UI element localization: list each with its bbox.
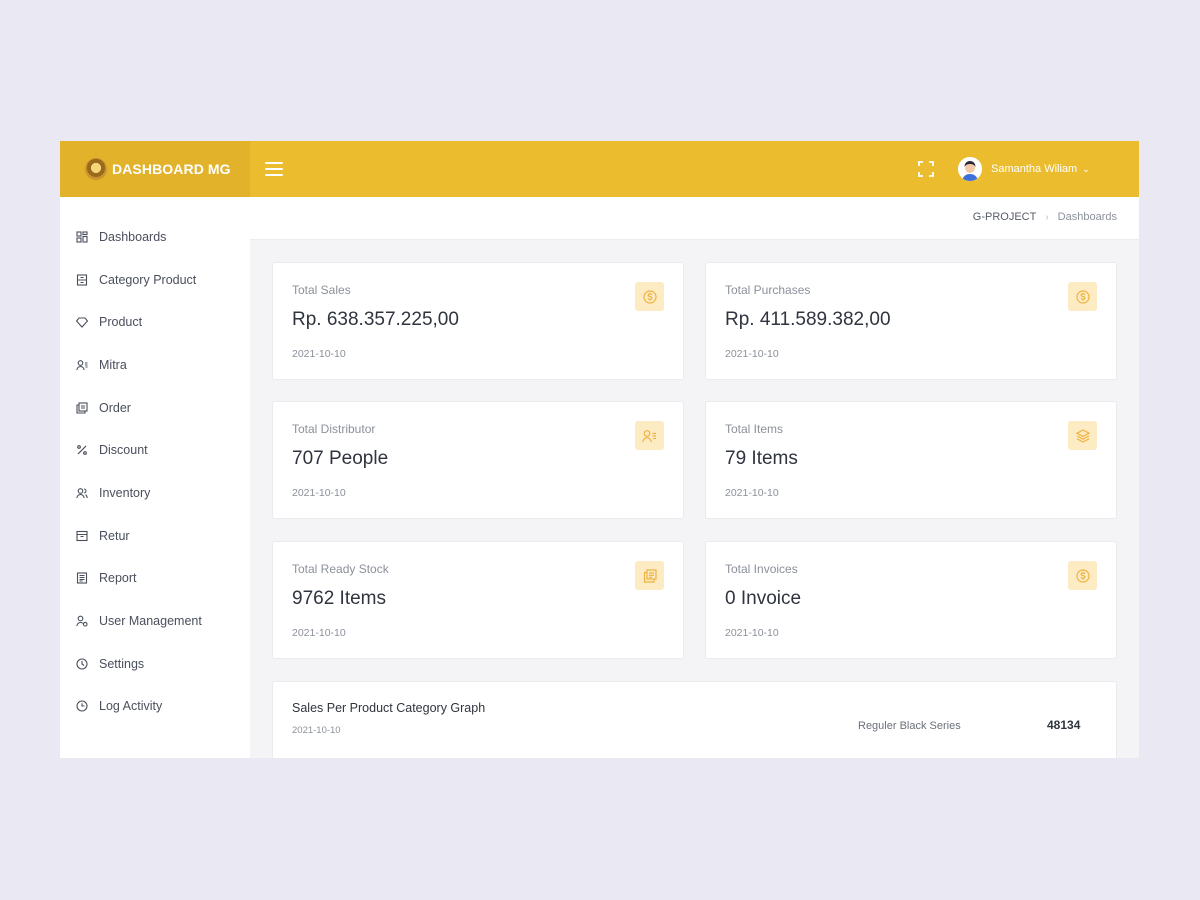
brand[interactable]: DASHBOARD MG: [60, 141, 250, 197]
user-list-icon: [635, 421, 664, 450]
sidebar-item-inventory[interactable]: Inventory: [60, 478, 250, 508]
card-value: 9762 Items: [292, 588, 386, 609]
sidebar-item-report[interactable]: Report: [60, 563, 250, 593]
card-value: 707 People: [292, 448, 389, 469]
hamburger-icon[interactable]: [265, 162, 283, 176]
layers-icon: [1068, 421, 1097, 450]
card-label: Total Ready Stock: [292, 562, 389, 576]
brand-name: DASHBOARD MG: [112, 161, 231, 177]
sidebar-item-mitra[interactable]: Mitra: [60, 350, 250, 380]
card-date: 2021-10-10: [292, 627, 346, 639]
stat-card-total-invoices: Total Invoices 0 Invoice 2021-10-10: [705, 541, 1117, 659]
user-list-icon: [76, 359, 88, 371]
sidebar-item-label: Inventory: [99, 486, 151, 500]
breadcrumb-current: Dashboards: [1057, 211, 1117, 223]
card-label: Total Items: [725, 422, 784, 436]
breadcrumb: G-PROJECT › Dashboards: [973, 211, 1117, 223]
sidebar-item-label: Category Product: [99, 273, 197, 287]
card-value: Rp. 638.357.225,00: [292, 309, 459, 330]
breadcrumb-bar: G-PROJECT › Dashboards: [250, 197, 1139, 240]
sidebar-item-retur[interactable]: Retur: [60, 521, 250, 551]
sales-graph-card: Sales Per Product Category Graph 2021-10…: [272, 681, 1117, 758]
sidebar-item-log-activity[interactable]: Log Activity: [60, 691, 250, 721]
users-icon: [76, 487, 88, 499]
chevron-right-icon: ›: [1045, 211, 1049, 223]
sidebar-item-label: Retur: [99, 529, 130, 543]
sidebar-item-category-product[interactable]: Category Product: [60, 265, 250, 295]
card-date: 2021-10-10: [292, 348, 346, 360]
chevron-down-icon: ⌄: [1082, 163, 1090, 174]
user-menu[interactable]: Samantha Wiliam ⌄: [958, 157, 1090, 181]
card-date: 2021-10-10: [725, 348, 779, 360]
sidebar-item-label: Dashboards: [99, 230, 167, 244]
user-settings-icon: [76, 615, 88, 627]
graph-title: Sales Per Product Category Graph: [292, 701, 486, 715]
stat-card-total-sales: Total Sales Rp. 638.357.225,00 2021-10-1…: [272, 262, 684, 380]
stat-card-total-purchases: Total Purchases Rp. 411.589.382,00 2021-…: [705, 262, 1117, 380]
coin-icon: [1068, 282, 1097, 311]
sidebar: Dashboards Category Product Product Mitr…: [60, 197, 250, 758]
sidebar-item-label: User Management: [99, 614, 202, 628]
grid-icon: [76, 231, 88, 243]
user-name: Samantha Wiliam: [991, 163, 1078, 175]
archive-icon: [76, 530, 88, 542]
sidebar-item-label: Settings: [99, 657, 145, 671]
avatar: [958, 157, 982, 181]
series-name: Reguler Black Series: [858, 720, 961, 732]
copy-icon: [76, 402, 88, 414]
breadcrumb-root[interactable]: G-PROJECT: [973, 211, 1037, 223]
sidebar-item-label: Log Activity: [99, 699, 163, 713]
stat-card-total-distributor: Total Distributor 707 People 2021-10-10: [272, 401, 684, 519]
sidebar-item-label: Mitra: [99, 358, 127, 372]
card-date: 2021-10-10: [725, 627, 779, 639]
sidebar-item-user-management[interactable]: User Management: [60, 606, 250, 636]
diamond-icon: [76, 316, 88, 328]
card-value: 0 Invoice: [725, 588, 802, 609]
top-bar: DASHBOARD MG Samantha Wiliam ⌄: [60, 141, 1139, 197]
card-value: 79 Items: [725, 448, 798, 469]
stat-card-total-items: Total Items 79 Items 2021-10-10: [705, 401, 1117, 519]
file-icon: [76, 572, 88, 584]
clock-icon: [76, 700, 88, 712]
sidebar-item-discount[interactable]: Discount: [60, 435, 250, 465]
card-label: Total Distributor: [292, 422, 376, 436]
series-value: 48134: [1047, 718, 1081, 732]
card-value: Rp. 411.589.382,00: [725, 309, 891, 330]
percent-icon: [76, 444, 88, 456]
sidebar-item-product[interactable]: Product: [60, 307, 250, 337]
card-date: 2021-10-10: [292, 487, 346, 499]
card-label: Total Sales: [292, 283, 351, 297]
coin-icon: [635, 282, 664, 311]
sidebar-item-order[interactable]: Order: [60, 393, 250, 423]
stat-card-total-ready-stock: Total Ready Stock 9762 Items 2021-10-10: [272, 541, 684, 659]
fullscreen-icon[interactable]: [918, 161, 934, 177]
sidebar-item-label: Report: [99, 571, 137, 585]
copy-icon: [635, 561, 664, 590]
sidebar-item-label: Product: [99, 315, 143, 329]
box-icon: [76, 274, 88, 286]
app-window: DASHBOARD MG Samantha Wiliam ⌄ Dashboard…: [60, 141, 1139, 758]
card-label: Total Purchases: [725, 283, 811, 297]
sidebar-item-settings[interactable]: Settings: [60, 649, 250, 679]
sidebar-item-dashboards[interactable]: Dashboards: [60, 222, 250, 252]
graph-date: 2021-10-10: [292, 725, 341, 736]
brand-logo: [85, 158, 107, 180]
sidebar-item-label: Discount: [99, 443, 148, 457]
settings-icon: [76, 658, 88, 670]
coin-icon: [1068, 561, 1097, 590]
card-date: 2021-10-10: [725, 487, 779, 499]
sidebar-item-label: Order: [99, 401, 131, 415]
card-label: Total Invoices: [725, 562, 798, 576]
